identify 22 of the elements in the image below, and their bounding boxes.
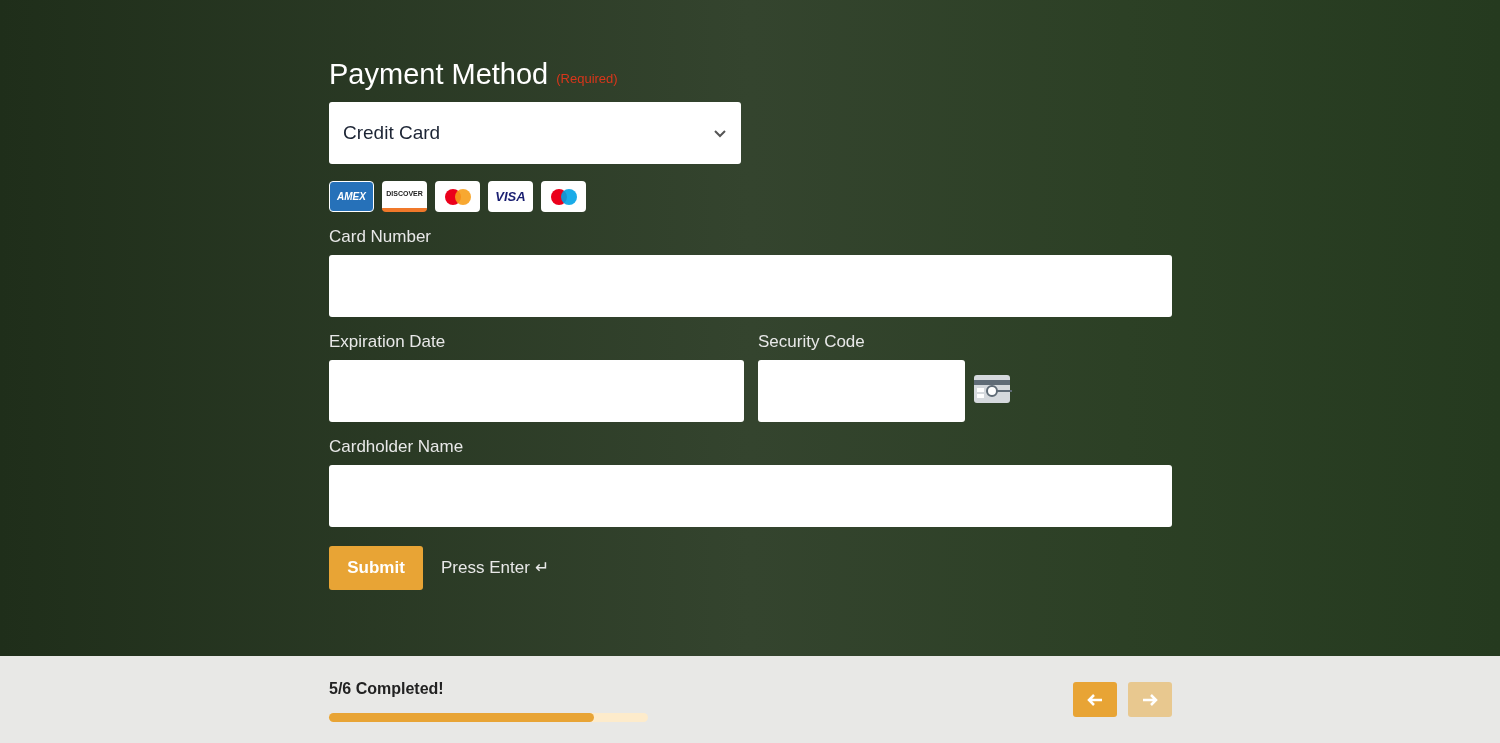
progress-text: 5/6 Completed! [329,679,445,699]
arrow-left-icon [1087,692,1103,707]
arrow-right-icon [1142,692,1158,707]
card-number-input[interactable] [329,255,1172,317]
chevron-down-icon [713,128,727,138]
field-label: Expiration Date [329,333,447,350]
mastercard-logo [435,181,480,212]
field-label: Security Code [758,333,866,350]
required-note: (Required) [556,69,618,88]
field-label: Cardholder Name [329,438,465,455]
visa-logo: VISA [488,181,533,212]
expiration-date-input[interactable] [329,360,744,422]
maestro-logo [541,181,586,212]
cardholder-name-input[interactable] [329,465,1172,527]
previous-button[interactable] [1073,682,1117,717]
press-enter-hint: Press Enter ↵ [441,557,549,580]
card-security-code-icon [973,374,1013,404]
question-title: Payment Method [329,60,549,89]
amex-logo: AMEX [329,181,374,212]
security-code-input[interactable] [758,360,965,422]
field-label: Card Number [329,228,433,245]
payment-method-select[interactable]: Credit Card [329,102,741,164]
